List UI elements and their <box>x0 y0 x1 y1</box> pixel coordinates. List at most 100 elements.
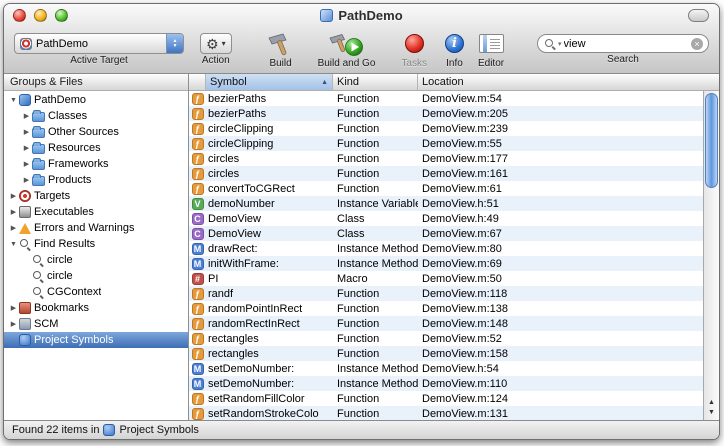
disclosure-triangle-icon[interactable]: ▶ <box>21 112 32 120</box>
symbol-row[interactable]: rectanglesFunctionDemoView.m:52 <box>189 331 703 346</box>
symbol-row[interactable]: randomPointInRectFunctionDemoView.m:138 <box>189 301 703 316</box>
sidebar-item-circle[interactable]: circle <box>4 268 188 284</box>
sidebar-item-cgcontext[interactable]: CGContext <box>4 284 188 300</box>
sidebar-item-products[interactable]: ▶Products <box>4 172 188 188</box>
desktop: PathDemo PathDemo ▲▼ Active Target ⚙ <box>0 0 724 446</box>
sidebar-item-label: CGContext <box>47 286 101 298</box>
location-cell: DemoView.h:54 <box>418 363 703 375</box>
kind-cell: Instance Variable <box>333 198 418 210</box>
editor-item[interactable]: Editor <box>478 30 504 69</box>
scroll-up-arrow-icon[interactable]: ▲ <box>704 398 719 408</box>
traffic-lights <box>4 9 68 22</box>
location-cell: DemoView.m:148 <box>418 318 703 330</box>
titlebar[interactable]: PathDemo <box>4 4 719 26</box>
symbol-row[interactable]: setRandomFillColorFunctionDemoView.m:124 <box>189 391 703 406</box>
disclosure-triangle-icon[interactable]: ▶ <box>21 144 32 152</box>
symbol-icon-cell <box>189 288 206 300</box>
symbol-row[interactable]: circleClippingFunctionDemoView.m:55 <box>189 136 703 151</box>
close-button[interactable] <box>13 9 26 22</box>
scrollbar-thumb[interactable] <box>705 93 718 188</box>
active-target-value: PathDemo <box>36 38 166 50</box>
minimize-button[interactable] <box>34 9 47 22</box>
symbol-row[interactable]: randfFunctionDemoView.m:118 <box>189 286 703 301</box>
column-header-symbol[interactable]: Symbol ▲ <box>206 74 333 90</box>
disclosure-triangle-icon[interactable]: ▶ <box>8 192 19 200</box>
window-title: PathDemo <box>338 8 402 23</box>
sidebar-item-executables[interactable]: ▶Executables <box>4 204 188 220</box>
sidebar-item-resources[interactable]: ▶Resources <box>4 140 188 156</box>
symbol-icon-cell <box>189 258 206 270</box>
sidebar-item-scm[interactable]: ▶SCM <box>4 316 188 332</box>
table-body: bezierPathsFunctionDemoView.m:54bezierPa… <box>189 91 719 420</box>
search-field[interactable]: ▾ × <box>537 34 709 53</box>
editor-label: Editor <box>478 58 504 69</box>
method-icon <box>192 378 204 390</box>
sidebar-item-label: Find Results <box>34 238 95 250</box>
symbol-row[interactable]: setRandomStrokeColoFunctionDemoView.m:13… <box>189 406 703 420</box>
scroll-down-arrow-icon[interactable]: ▼ <box>704 408 719 418</box>
symbol-row[interactable]: setDemoNumber:Instance MethodDemoView.h:… <box>189 361 703 376</box>
symbol-row[interactable]: circlesFunctionDemoView.m:177 <box>189 151 703 166</box>
clear-search-button[interactable]: × <box>691 38 703 50</box>
function-icon <box>192 138 204 150</box>
vertical-scrollbar[interactable]: ▲ ▼ <box>703 91 719 420</box>
sidebar-item-circle[interactable]: circle <box>4 252 188 268</box>
disclosure-triangle-icon[interactable]: ▼ <box>8 97 19 104</box>
symbol-row[interactable]: rectanglesFunctionDemoView.m:158 <box>189 346 703 361</box>
sidebar-item-project-symbols[interactable]: Project Symbols <box>4 332 188 348</box>
toolbar-toggle-button[interactable] <box>688 9 709 22</box>
build-item[interactable]: Build <box>266 30 296 69</box>
symbol-row[interactable]: DemoViewClassDemoView.m:67 <box>189 226 703 241</box>
info-item[interactable]: i Info <box>445 30 464 69</box>
project-icon <box>19 94 31 106</box>
zoom-button[interactable] <box>55 9 68 22</box>
sidebar-item-classes[interactable]: ▶Classes <box>4 108 188 124</box>
location-cell: DemoView.m:61 <box>418 183 703 195</box>
active-target-popup[interactable]: PathDemo ▲▼ <box>14 33 184 54</box>
bookmark-icon <box>19 302 31 314</box>
disclosure-triangle-icon[interactable]: ▶ <box>8 208 19 216</box>
symbol-row[interactable]: bezierPathsFunctionDemoView.m:54 <box>189 91 703 106</box>
symbol-row[interactable]: initWithFrame:Instance MethodDemoView.m:… <box>189 256 703 271</box>
sidebar-item-errors-and-warnings[interactable]: ▶Errors and Warnings <box>4 220 188 236</box>
sidebar-item-find-results[interactable]: ▼ Find Results <box>4 236 188 252</box>
location-cell: DemoView.m:131 <box>418 408 703 420</box>
symbol-row[interactable]: setDemoNumber:Instance MethodDemoView.m:… <box>189 376 703 391</box>
action-button[interactable]: ⚙ ▾ <box>200 33 232 54</box>
sidebar-item-bookmarks[interactable]: ▶Bookmarks <box>4 300 188 316</box>
disclosure-triangle-icon[interactable]: ▶ <box>8 224 19 232</box>
disclosure-triangle-icon[interactable]: ▼ <box>8 241 19 248</box>
sidebar-item-frameworks[interactable]: ▶Frameworks <box>4 156 188 172</box>
hammer-icon <box>266 30 296 57</box>
search-input[interactable] <box>564 38 689 50</box>
symbol-row[interactable]: drawRect:Instance MethodDemoView.m:80 <box>189 241 703 256</box>
sidebar-item-other-sources[interactable]: ▶Other Sources <box>4 124 188 140</box>
symbol-row[interactable]: PIMacroDemoView.m:50 <box>189 271 703 286</box>
sidebar-item-pathdemo[interactable]: ▼PathDemo <box>4 92 188 108</box>
column-header-location[interactable]: Location <box>418 74 719 90</box>
status-location: Project Symbols <box>119 424 198 436</box>
symbol-row[interactable]: bezierPathsFunctionDemoView.m:205 <box>189 106 703 121</box>
info-label: Info <box>446 58 463 69</box>
location-cell: DemoView.m:52 <box>418 333 703 345</box>
build-and-go-item[interactable]: Build and Go <box>318 30 376 69</box>
disclosure-triangle-icon[interactable]: ▶ <box>21 160 32 168</box>
content-area: Groups & Files ▼PathDemo▶Classes▶Other S… <box>4 74 719 420</box>
symbol-row[interactable]: convertToCGRectFunctionDemoView.m:61 <box>189 181 703 196</box>
symbol-row[interactable]: randomRectInRectFunctionDemoView.m:148 <box>189 316 703 331</box>
column-header-kind[interactable]: Kind <box>333 74 418 90</box>
search-scope-arrow-icon[interactable]: ▾ <box>558 40 562 48</box>
groups-files-header[interactable]: Groups & Files <box>4 74 188 91</box>
symbol-row[interactable]: demoNumberInstance VariableDemoView.h:51 <box>189 196 703 211</box>
disclosure-triangle-icon[interactable]: ▶ <box>21 128 32 136</box>
symbol-row[interactable]: DemoViewClassDemoView.h:49 <box>189 211 703 226</box>
sidebar-item-targets[interactable]: ▶Targets <box>4 188 188 204</box>
sidebar-item-label: circle <box>47 254 73 266</box>
function-icon <box>192 288 204 300</box>
symbol-row[interactable]: circleClippingFunctionDemoView.m:239 <box>189 121 703 136</box>
disclosure-triangle-icon[interactable]: ▶ <box>8 320 19 328</box>
disclosure-triangle-icon[interactable]: ▶ <box>8 304 19 312</box>
symbol-cell: setDemoNumber: <box>206 363 333 375</box>
disclosure-triangle-icon[interactable]: ▶ <box>21 176 32 184</box>
symbol-row[interactable]: circlesFunctionDemoView.m:161 <box>189 166 703 181</box>
